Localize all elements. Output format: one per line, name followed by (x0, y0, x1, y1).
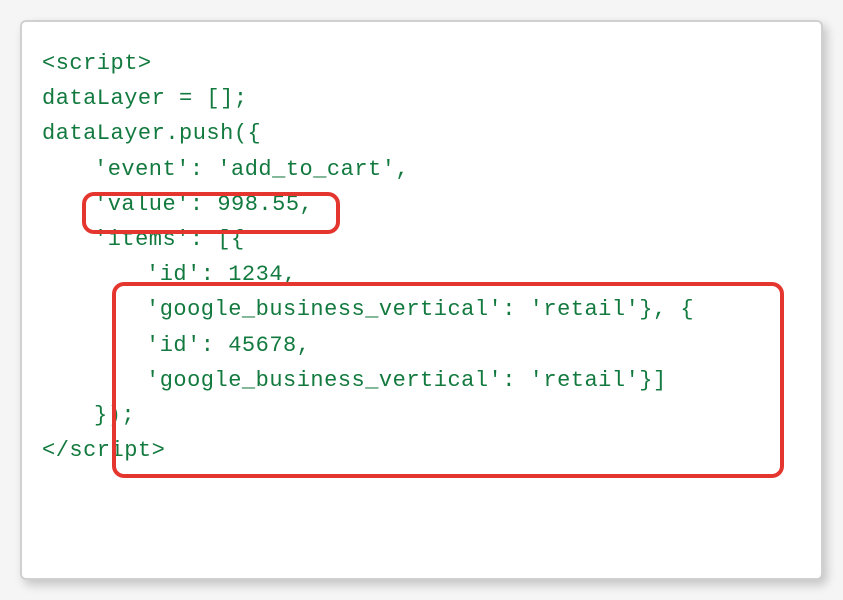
code-line-2: dataLayer = []; (42, 81, 801, 116)
code-snippet-container: <script> dataLayer = []; dataLayer.push(… (20, 20, 823, 580)
code-line-3: dataLayer.push({ (42, 116, 801, 151)
code-line-8: 'google_business_vertical': 'retail'}, { (42, 292, 801, 327)
code-line-4: 'event': 'add_to_cart', (42, 152, 801, 187)
code-line-10: 'google_business_vertical': 'retail'}] (42, 363, 801, 398)
code-line-11: }); (42, 398, 801, 433)
code-line-1: <script> (42, 46, 801, 81)
code-line-7: 'id': 1234, (42, 257, 801, 292)
code-line-6: 'items': [{ (42, 222, 801, 257)
code-line-5: 'value': 998.55, (42, 187, 801, 222)
code-line-9: 'id': 45678, (42, 328, 801, 363)
code-line-12: </script> (42, 433, 801, 468)
